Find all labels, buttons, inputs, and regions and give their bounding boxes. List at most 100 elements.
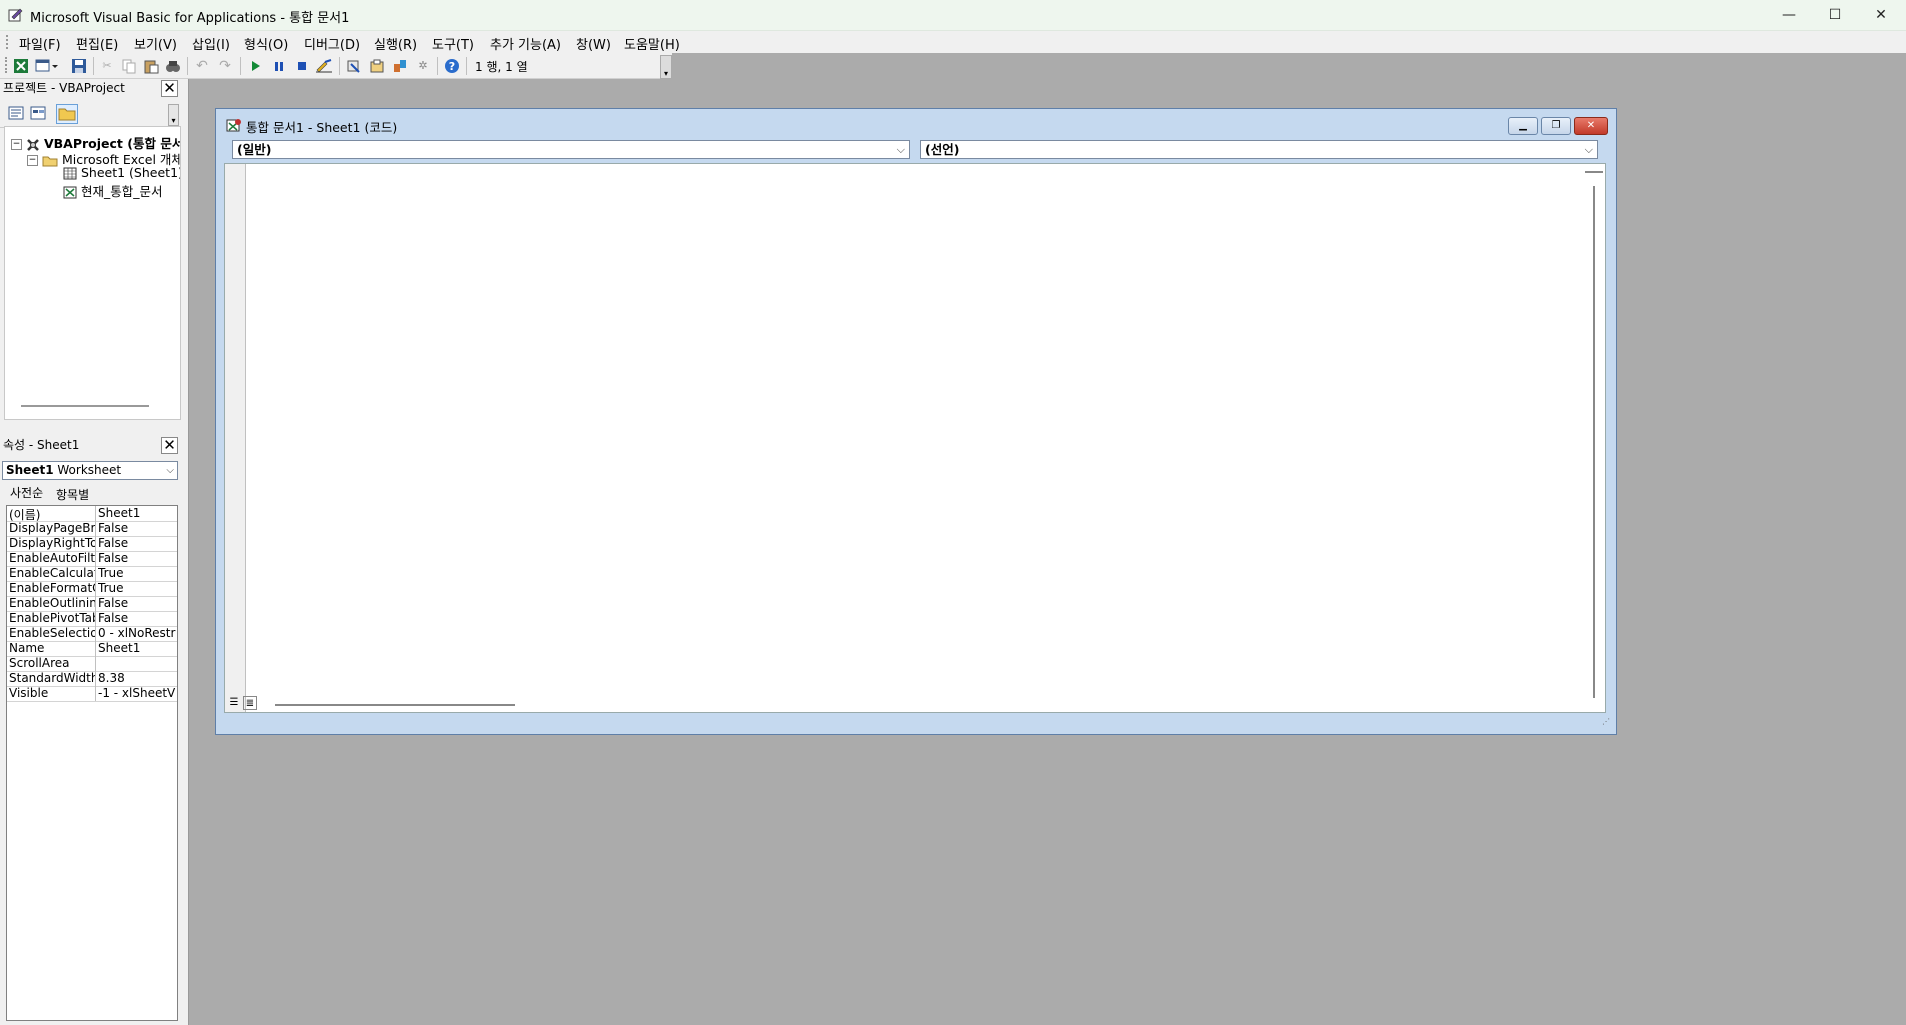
menu-insert[interactable]: 삽입(I) [192,34,230,53]
menu-bar: 파일(F) 편집(E) 보기(V) 삽입(I) 형식(O) 디버그(D) 실행(… [0,31,1906,53]
excel-icon[interactable] [12,57,30,74]
properties-pane-close-button[interactable]: ✕ [161,437,178,454]
property-value[interactable]: False [98,536,176,550]
save-icon[interactable] [70,57,88,74]
property-value[interactable]: True [98,566,176,580]
pane-toolbar-overflow-icon[interactable]: ▾ [168,104,179,126]
tab-categorized[interactable]: 항목별 [56,486,89,503]
property-name: EnableSelectio [9,626,96,641]
properties-icon[interactable] [368,57,386,74]
run-icon[interactable] [246,57,264,74]
minimize-button[interactable]: — [1766,0,1812,30]
resize-grip-icon[interactable]: ⋰ [1602,717,1612,727]
property-row[interactable]: DisplayRightTo False [7,536,177,552]
mdi-minimize-button[interactable]: ▁ [1508,117,1538,135]
property-row[interactable]: EnableSelectio 0 - xlNoRestri [7,626,177,642]
view-object-icon[interactable] [30,106,48,122]
object-browser-icon[interactable] [391,57,409,74]
chevron-down-icon: ⌵ [896,143,905,156]
maximize-button[interactable]: ☐ [1812,0,1858,30]
menu-debug[interactable]: 디버그(D) [304,34,360,53]
code-window-title: 통합 문서1 - Sheet1 (코드) [246,120,398,135]
margin-indicator-bar[interactable] [225,164,246,712]
vertical-scrollbar[interactable] [1593,186,1595,698]
property-value[interactable]: Sheet1 [98,506,176,520]
tree-item-thisworkbook[interactable]: 현재_통합_문서 [63,181,163,200]
help-icon[interactable]: ? [443,57,461,74]
mdi-close-button[interactable]: ✕ [1574,117,1608,135]
property-row[interactable]: EnableOutlining False [7,596,177,612]
tab-alphabetic[interactable]: 사전순 [10,484,43,501]
property-value[interactable]: False [98,611,176,625]
property-name: EnableFormatC [9,581,96,596]
property-row[interactable]: EnableFormatC True [7,581,177,597]
property-value[interactable]: 0 - xlNoRestri [98,626,176,640]
property-name: DisplayRightTo [9,536,96,551]
paste-icon[interactable] [142,57,160,74]
tree-item-sheet1[interactable]: Sheet1 (Sheet1) [63,165,181,180]
design-mode-icon[interactable] [315,57,333,74]
menu-run[interactable]: 실행(R) [374,34,417,53]
insert-form-icon[interactable] [34,57,60,74]
project-pane-toolbar: ▾ [0,101,180,128]
code-editor[interactable]: ☰ ≣ [224,163,1606,713]
property-row[interactable]: DisplayPageBr False [7,521,177,537]
view-code-icon[interactable] [8,106,26,122]
property-row[interactable]: (이름) Sheet1 [7,506,177,522]
toolbar-options-button[interactable]: ▾ [660,55,672,79]
object-type: Worksheet [57,463,122,477]
toggle-folders-icon[interactable] [56,104,78,124]
toolbar-separator [339,57,340,75]
window-title: Microsoft Visual Basic for Applications … [30,11,350,26]
property-row[interactable]: EnableCalculat True [7,566,177,582]
horizontal-scrollbar[interactable] [275,704,515,706]
vba-app-icon [8,8,23,22]
close-button[interactable]: ✕ [1858,0,1904,30]
project-pane-title: 프로젝트 - VBAProject [3,81,125,95]
menu-help[interactable]: 도움말(H) [624,34,680,53]
property-row[interactable]: Visible -1 - xlSheetV [7,686,177,702]
object-combo-value: (일반) [237,142,272,157]
property-row[interactable]: EnableAutoFilte False [7,551,177,567]
break-icon[interactable] [270,57,288,74]
menu-window[interactable]: 창(W) [576,34,611,53]
full-module-view-icon[interactable]: ≣ [243,696,257,710]
tree-label: Sheet1 (Sheet1) [80,165,181,180]
collapse-icon[interactable]: − [27,155,38,166]
split-bar[interactable] [1585,166,1603,173]
property-name: Name [9,641,96,656]
menu-format[interactable]: 형식(O) [244,34,288,53]
property-value[interactable]: True [98,581,176,595]
menu-view[interactable]: 보기(V) [134,34,177,53]
property-row[interactable]: EnablePivotTab False [7,611,177,627]
mdi-restore-button[interactable]: ❐ [1541,117,1571,135]
property-value[interactable]: -1 - xlSheetV [98,686,176,700]
property-row[interactable]: Name Sheet1 [7,641,177,657]
object-selector[interactable]: Sheet1 Worksheet ⌵ [2,461,178,480]
undo-icon[interactable]: ↶ [193,57,211,74]
menu-edit[interactable]: 편집(E) [76,34,118,53]
copy-icon[interactable] [120,57,138,74]
property-row[interactable]: ScrollArea [7,656,177,672]
procedure-combo[interactable]: (선언) ⌵ [920,140,1598,159]
project-pane-close-button[interactable]: ✕ [161,80,178,97]
collapse-icon[interactable]: − [11,139,22,150]
menu-addins[interactable]: 추가 기능(A) [490,34,561,53]
find-icon[interactable] [164,57,182,74]
toolbox-icon[interactable]: ✲ [414,57,432,74]
tree-horizontal-scrollbar[interactable] [21,405,149,407]
property-row[interactable]: StandardWidth 8.38 [7,671,177,687]
menu-tools[interactable]: 도구(T) [432,34,474,53]
redo-icon[interactable]: ↷ [216,57,234,74]
property-value[interactable]: False [98,551,176,565]
cut-icon[interactable]: ✂ [98,57,116,74]
property-value[interactable]: False [98,521,176,535]
reset-icon[interactable] [293,57,311,74]
menu-file[interactable]: 파일(F) [19,34,61,53]
object-combo[interactable]: (일반) ⌵ [232,140,910,159]
property-value[interactable]: Sheet1 [98,641,176,655]
project-explorer-icon[interactable] [345,57,363,74]
property-value[interactable]: False [98,596,176,610]
procedure-view-icon[interactable]: ☰ [227,696,241,710]
property-value[interactable]: 8.38 [98,671,176,685]
